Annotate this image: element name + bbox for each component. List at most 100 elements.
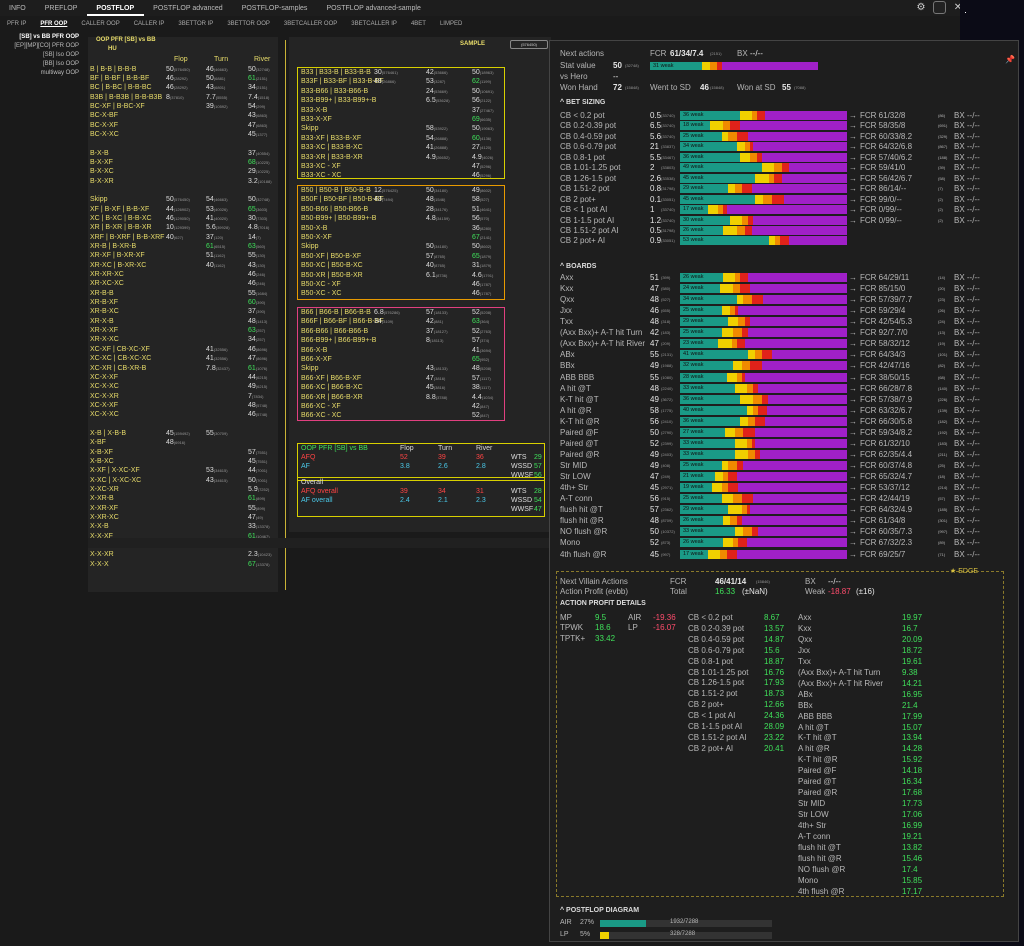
- weak-label: 25 weak: [683, 132, 704, 139]
- stat-row[interactable]: 4th+ Str 45 (2971) 19 weak → FCR 53/37/12 (214…: [560, 483, 1010, 493]
- stat-row[interactable]: A hit @R 58 (1775) 40 weak → FCR 63/32/6.7 (13…: [560, 405, 1010, 416]
- tab-pfr-ip[interactable]: PFR IP: [0, 21, 33, 27]
- bar-segment: [751, 225, 847, 235]
- nav-tab-postflop-samples[interactable]: POSTFLOP-samples: [233, 5, 318, 16]
- bar-segment: [755, 438, 847, 448]
- stat-row[interactable]: CB 1-1.5 pot AI 1.2 (33740) 30 weak → FCR 0/9…: [560, 215, 1010, 226]
- stat-bar: 25 weak: [680, 306, 847, 316]
- row-label: K-T hit @R: [560, 416, 600, 426]
- ap-mid-label: CB 1.01-1.25 pot: [688, 667, 749, 677]
- ap-mid-label: CB 0.4-0.59 pot: [688, 634, 745, 644]
- stat-row[interactable]: BBx 49 (1988) 32 weak → FCR 42/47/16 (82) BX --…: [560, 361, 1010, 371]
- nav-tab-postflop[interactable]: POSTFLOP: [87, 5, 145, 16]
- stat-row[interactable]: CB 1.51-2 pot AI 0.5 (31798) 26 weak: [560, 225, 1010, 236]
- stat-row[interactable]: CB 1.26-1.5 pot 2.6 (33538) 45 weak → FCR 56/…: [560, 173, 1010, 184]
- stat-row[interactable]: A hit @T 48 (2240) 33 weak → FCR 66/28/7.8 (14…: [560, 383, 1010, 394]
- nav-tab-preflop[interactable]: PREFLOP: [36, 5, 88, 16]
- nav-tab-postflop-advanced[interactable]: POSTFLOP advanced: [144, 5, 233, 16]
- summary-row: AF 3.8 2.6 2.8 WSSD 57: [298, 462, 544, 471]
- stat-row[interactable]: (Axx Bxx)+ A-T hit River 47 (209) 23 weak → F…: [560, 339, 1010, 349]
- maximize-icon[interactable]: [933, 1, 946, 14]
- bar-segment: [741, 494, 754, 504]
- stat-cell: 44(7001): [248, 466, 267, 475]
- sample-size: (34176): [433, 206, 448, 212]
- row-value: 6.5: [650, 121, 662, 131]
- stat-row[interactable]: Kxx 47 (580) 24 weak → FCR 85/15/0 (20) BX --/-…: [560, 284, 1010, 294]
- section-title: BET SIZING: [566, 99, 606, 106]
- tab-3bettor-oop[interactable]: 3BETTOR OOP: [220, 21, 277, 27]
- sample-size: (5748): [255, 402, 268, 408]
- pin-icon[interactable]: 📌: [1005, 55, 1015, 64]
- tab-3betcaller-oop[interactable]: 3BETCALLER OOP: [277, 21, 344, 27]
- stat-row[interactable]: CB 2 pot+ AI 0.9 (33051) 53 weak: [560, 236, 1010, 246]
- stat-row[interactable]: CB 1.51-2 pot 0.8 (31798) 29 weak → FCR 86/14…: [560, 184, 1010, 194]
- row-label: CB < 1 pot AI: [560, 205, 608, 215]
- stat-cell: 57(1117): [472, 374, 491, 383]
- tab-3betcaller-ip[interactable]: 3BETCALLER IP: [344, 21, 404, 27]
- stat-row[interactable]: Qxx 48 (527) 34 weak → FCR 57/39/7.7 (23) BX --…: [560, 295, 1010, 305]
- stat-row[interactable]: K-T hit @T 49 (3672) 36 weak → FCR 57/38/7.9 (…: [560, 394, 1010, 405]
- stat-row[interactable]: CB 0.6-0.79 pot 21 (33837) 34 weak → FCR 64/3…: [560, 142, 1010, 152]
- stat-row[interactable]: ABB BBB 55 (1080) 28 weak → FCR 38/50/15 (68) B…: [560, 372, 1010, 383]
- stat-value: 34: [248, 84, 256, 92]
- row-sample: (873): [661, 540, 671, 546]
- stat-row[interactable]: Str MID 49 (408) 25 weak → FCR 60/37/4.8 (25) B…: [560, 461, 1010, 471]
- sample-size: (40026): [213, 206, 228, 212]
- stat-row[interactable]: (Axx Bxx)+ A-T hit Turn 42 (183) 25 weak → FC…: [560, 328, 1010, 338]
- sample-size: (1034): [481, 394, 494, 400]
- row-value: 57: [650, 505, 659, 515]
- stat-row[interactable]: Paired @R 49 (2403) 33 weak → FCR 62/35/4.4 (2…: [560, 449, 1010, 460]
- stat-row[interactable]: CB 2 pot+ 0.1 (33051) 45 weak → FCR 99/0/-- (2…: [560, 194, 1010, 205]
- ap-right-value: 15.85: [902, 875, 923, 885]
- sidebar-item[interactable]: [BB] Iso OOP: [0, 60, 86, 69]
- tab-caller-ip[interactable]: CALLER IP: [127, 21, 172, 27]
- arrow-icon: →: [849, 339, 857, 349]
- arrow-icon: →: [849, 215, 857, 225]
- stat-row[interactable]: Paired @F 50 (2790) 27 weak → FCR 59/34/8.2 (1…: [560, 427, 1010, 438]
- stat-row[interactable]: NO flush @R 50 (10372) 33 weak → FCR 60/35/7.…: [560, 527, 1010, 537]
- sidebar-item[interactable]: [EP][MP][CO] PFR OOP: [0, 42, 86, 51]
- tab-4bet[interactable]: 4BET: [404, 21, 433, 27]
- stat-row[interactable]: CB 1.01-1.25 pot 2 (33803) 49 weak → FCR 59/4…: [560, 163, 1010, 173]
- stat-row[interactable]: flush hit @R 48 (8709) 26 weak → FCR 61/34/8 (…: [560, 516, 1010, 526]
- stat-row[interactable]: CB 0.8-1 pot 5.5 (33467) 36 weak → FCR 57/40/…: [560, 152, 1010, 163]
- stat-row[interactable]: CB < 0.2 pot 0.5 (33740) 36 weak → FCR 61/32/…: [560, 111, 1010, 121]
- stat-row[interactable]: flush hit @T 57 (2362) 29 weak → FCR 64/32/4.…: [560, 505, 1010, 515]
- stat-row[interactable]: CB 0.4-0.59 pot 5.6 (33740) 25 weak → FCR 60/…: [560, 131, 1010, 142]
- stat-cell: 37(40554): [248, 149, 270, 158]
- tab-3bettor-ip[interactable]: 3BETTOR IP: [171, 21, 220, 27]
- stat-bar: 45 weak: [680, 194, 847, 204]
- tab-limped[interactable]: LIMPED: [433, 21, 469, 27]
- stat-row[interactable]: ABx 55 (2131) 41 weak → FCR 64/34/3 (101) BX --…: [560, 350, 1010, 360]
- stat-row[interactable]: Str LOW 47 (249) 21 weak → FCR 65/32/4.7 (18) B…: [560, 472, 1010, 482]
- stat-value: 6.5: [426, 97, 436, 105]
- stat-row[interactable]: Jxx 46 (655) 25 weak → FCR 59/29/4 (26) BX --/-…: [560, 306, 1010, 316]
- stat-row[interactable]: CB < 1 pot AI 1 (33740) 17 weak → FCR 0/99/--…: [560, 205, 1010, 215]
- sidebar-item[interactable]: multiway OOP: [0, 69, 86, 78]
- stat-value: 63: [248, 327, 256, 335]
- stat-row[interactable]: Axx 51 (399) 26 weak → FCR 64/29/11 (14) BX --/…: [560, 273, 1010, 283]
- stat-bar: 32 weak: [680, 361, 847, 371]
- stat-row[interactable]: Txx 48 (318) 29 weak → FCR 42/54/5.3 (24) BX --…: [560, 317, 1010, 327]
- stat-cell: 41(40020): [206, 214, 228, 223]
- sample-size: (32556): [213, 346, 228, 352]
- position-tabs: PFR IP PFR OOP CALLER OOP CALLER IP 3BETTOR …: [0, 17, 960, 31]
- stat-row[interactable]: Paired @T 52 (2399) 33 weak → FCR 61/32/10 (18…: [560, 438, 1010, 449]
- tab-pfr-oop[interactable]: PFR OOP: [33, 21, 74, 27]
- stat-row[interactable]: K-T hit @R 56 (2410) 36 weak → FCR 66/30/5.8 (…: [560, 416, 1010, 427]
- table-row: X-XR-B 61(899): [88, 494, 278, 503]
- stat-row[interactable]: 4th flush @R 45 (997) 17 weak → FCR 69/25/7 (7…: [560, 549, 1010, 560]
- stat-value: 46: [166, 84, 174, 92]
- sidebar-item[interactable]: [SB] vs BB PFR OOP: [0, 33, 86, 42]
- stat-row[interactable]: CB 0.2-0.39 pot 6.5 (33740) 18 weak → FCR 58/…: [560, 121, 1010, 131]
- tab-caller-oop[interactable]: CALLER OOP: [74, 21, 126, 27]
- weak-label: 26 weak: [683, 517, 704, 524]
- stat-row[interactable]: Mono 52 (873) 26 weak → FCR 67/32/2.3 (89) BX -…: [560, 538, 1010, 548]
- stat-row[interactable]: A-T conn 56 (915) 25 weak → FCR 42/44/19 (57) B…: [560, 494, 1010, 504]
- stat-cell: 56(2122): [472, 96, 491, 105]
- nav-tab-postflop-advanced-sample[interactable]: POSTFLOP advanced-sample: [317, 5, 430, 16]
- nav-tab-info[interactable]: INFO: [0, 5, 36, 16]
- stat-cell: 58(53922): [426, 124, 448, 133]
- gear-icon[interactable]: ⚙: [915, 2, 927, 13]
- sidebar-item[interactable]: [SB] Iso OOP: [0, 51, 86, 60]
